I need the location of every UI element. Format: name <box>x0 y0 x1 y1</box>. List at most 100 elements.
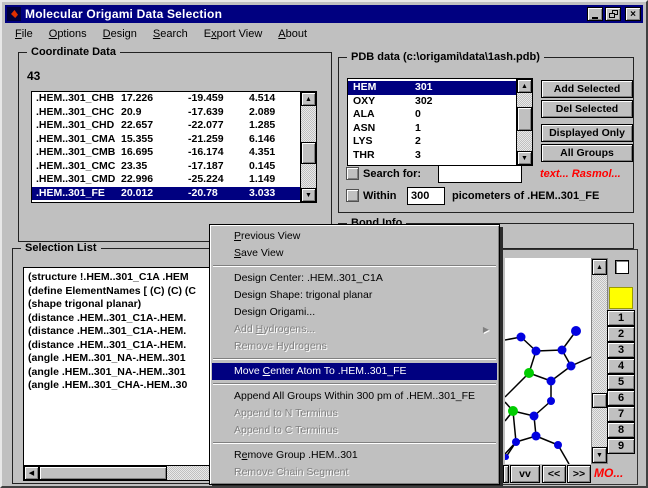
down-arrow-icon: ▼ <box>521 155 528 162</box>
panel-checkbox[interactable] <box>615 260 629 274</box>
coordinate-scrollbar: ▲ ▼ <box>300 92 316 202</box>
left-arrow-icon: ◀ <box>29 469 34 477</box>
menu-item-remove-hydrogens[interactable]: Remove Hydrogens <box>212 338 497 355</box>
scroll-left-button[interactable]: ◀ <box>24 466 39 480</box>
coordinate-data-label: Coordinate Data <box>27 46 120 58</box>
number-button-4[interactable]: 4 <box>607 358 635 374</box>
number-button-5[interactable]: 5 <box>607 374 635 390</box>
title-bar[interactable]: Molecular Origami Data Selection × <box>5 5 643 23</box>
close-icon: × <box>630 9 636 20</box>
table-row[interactable]: .HEM..301_CMB16.695-16.1744.351 <box>32 146 300 160</box>
number-button-1[interactable]: 1 <box>607 310 635 326</box>
scroll-down-button[interactable]: ▼ <box>592 447 607 463</box>
scrollbar-track[interactable] <box>592 275 607 447</box>
menu-item-design-center[interactable]: Design Center: .HEM..301_C1A <box>212 270 497 287</box>
within-suffix-label: picometers of .HEM..301_FE <box>452 190 599 202</box>
table-row[interactable]: .HEM..301_CMA15.355-21.2596.146 <box>32 133 300 147</box>
menu-options[interactable]: Options <box>41 27 95 41</box>
context-menu: Previous View Save View Design Center: .… <box>209 224 500 485</box>
menu-about[interactable]: About <box>270 27 315 41</box>
menu-bar: File Options Design Search Export View A… <box>5 25 643 42</box>
menu-file[interactable]: File <box>7 27 41 41</box>
number-buttons: 1 2 3 4 5 6 7 8 9 <box>607 310 635 454</box>
pdb-data-label: PDB data (c:\origami\data\1ash.pdb) <box>347 51 544 63</box>
scroll-up-button[interactable]: ▲ <box>592 259 607 275</box>
menu-item-previous-view[interactable]: Previous View <box>212 228 497 245</box>
table-row[interactable]: .HEM..301_CHB17.226-19.4594.514 <box>32 92 300 106</box>
app-window: Molecular Origami Data Selection × File … <box>0 0 648 488</box>
pdb-listbox: HEM301 OXY302 ALA0 ASN1 LYS2 THR3 ▲ ▼ <box>347 78 533 166</box>
panel-scrollbar: ▲ ▼ <box>591 258 608 464</box>
menu-item-remove-chain-segment[interactable]: Remove Chain Segment <box>212 464 497 481</box>
number-button-3[interactable]: 3 <box>607 342 635 358</box>
menu-separator <box>213 358 496 360</box>
scrollbar-track[interactable] <box>517 93 532 151</box>
menu-item-add-hydrogens[interactable]: Add Hydrogens...▶ <box>212 321 497 338</box>
scroll-down-button[interactable]: ▼ <box>301 188 316 202</box>
del-selected-button[interactable]: Del Selected <box>541 100 633 118</box>
mo-label: MO... <box>594 466 623 480</box>
nav-button-partial[interactable] <box>503 465 509 483</box>
within-label: Within <box>363 190 397 202</box>
list-item-selected[interactable]: HEM301 <box>348 81 516 95</box>
down-arrow-icon: ▼ <box>596 452 603 459</box>
scrollbar-thumb[interactable] <box>592 393 607 408</box>
menu-design[interactable]: Design <box>95 27 145 41</box>
close-button[interactable]: × <box>625 7 641 21</box>
number-button-7[interactable]: 7 <box>607 406 635 422</box>
list-item[interactable]: ALA0 <box>348 108 516 122</box>
search-for-checkbox[interactable] <box>346 167 359 180</box>
table-row-selected[interactable]: .HEM..301_FE20.012-20.783.033 <box>32 187 300 201</box>
within-checkbox[interactable] <box>346 189 359 202</box>
number-button-8[interactable]: 8 <box>607 422 635 438</box>
minimize-button[interactable] <box>587 7 603 21</box>
scrollbar-thumb[interactable] <box>517 107 532 131</box>
scrollbar-thumb[interactable] <box>39 466 167 480</box>
number-button-6[interactable]: 6 <box>607 390 635 406</box>
scrollbar-thumb[interactable] <box>301 142 316 164</box>
submenu-arrow-icon: ▶ <box>483 321 489 338</box>
all-groups-button[interactable]: All Groups <box>541 144 633 162</box>
menu-separator <box>213 265 496 267</box>
molecule-svg <box>505 258 591 464</box>
menu-item-design-origami[interactable]: Design Origami... <box>212 304 497 321</box>
search-for-label: Search for: <box>363 168 421 180</box>
list-item[interactable]: OXY302 <box>348 95 516 109</box>
restore-button[interactable] <box>605 7 621 21</box>
number-button-9[interactable]: 9 <box>607 438 635 454</box>
table-row[interactable]: .HEM..301_CMD22.996-25.2241.149 <box>32 173 300 187</box>
menu-search[interactable]: Search <box>145 27 196 41</box>
color-swatch[interactable] <box>609 287 633 309</box>
menu-item-append-c-terminus[interactable]: Append to C Terminus <box>212 422 497 439</box>
list-item[interactable]: THR3 <box>348 149 516 163</box>
molecule-canvas[interactable] <box>505 258 591 464</box>
number-button-2[interactable]: 2 <box>607 326 635 342</box>
nav-prev-button[interactable]: << <box>542 465 566 483</box>
displayed-only-button[interactable]: Displayed Only <box>541 124 633 142</box>
list-item[interactable]: ASN1 <box>348 122 516 136</box>
menu-item-design-shape[interactable]: Design Shape: trigonal planar <box>212 287 497 304</box>
coordinate-count: 43 <box>27 69 40 83</box>
up-arrow-icon: ▲ <box>305 96 312 103</box>
scroll-down-button[interactable]: ▼ <box>517 151 532 165</box>
nav-next-button[interactable]: >> <box>567 465 591 483</box>
within-input[interactable] <box>407 187 445 205</box>
menu-item-remove-group[interactable]: Remove Group .HEM..301 <box>212 447 497 464</box>
menu-item-append-n-terminus[interactable]: Append to N Terminus <box>212 405 497 422</box>
table-row[interactable]: .HEM..301_CHC20.9-17.6392.089 <box>32 106 300 120</box>
table-row[interactable]: .HEM..301_CHD22.657-22.0771.285 <box>32 119 300 133</box>
scrollbar-track[interactable] <box>301 106 316 188</box>
scroll-up-button[interactable]: ▲ <box>301 92 316 106</box>
search-input[interactable] <box>438 165 522 183</box>
add-selected-button[interactable]: Add Selected <box>541 80 633 98</box>
restore-icon <box>609 10 618 18</box>
menu-item-save-view[interactable]: Save View <box>212 245 497 262</box>
scroll-up-button[interactable]: ▲ <box>517 79 532 93</box>
nav-down-button[interactable]: vv <box>510 465 540 483</box>
selection-list-label: Selection List <box>21 242 101 254</box>
menu-item-append-all-groups[interactable]: Append All Groups Within 300 pm of .HEM.… <box>212 388 497 405</box>
menu-export-view[interactable]: Export View <box>196 27 271 41</box>
menu-item-move-center-atom[interactable]: Move Center Atom To .HEM..301_FE <box>212 363 497 380</box>
table-row[interactable]: .HEM..301_CMC23.35-17.1870.145 <box>32 160 300 174</box>
list-item[interactable]: LYS2 <box>348 135 516 149</box>
